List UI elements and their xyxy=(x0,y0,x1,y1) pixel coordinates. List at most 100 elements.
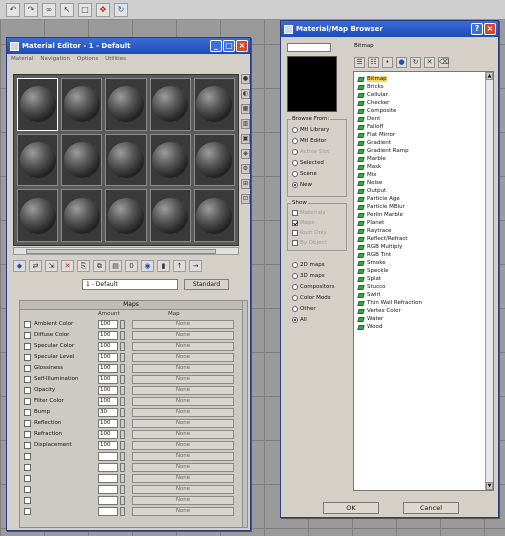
map-slot-button[interactable]: None xyxy=(132,419,234,428)
delete-from-library-icon[interactable]: ✕ xyxy=(424,57,435,68)
map-type-item[interactable]: Vertex Color xyxy=(354,307,493,315)
undo-icon[interactable]: ↶ xyxy=(6,2,20,17)
background-icon[interactable]: ▦ xyxy=(241,104,250,114)
go-to-parent-icon[interactable]: ↑ xyxy=(173,260,186,272)
scrollbar-thumb[interactable] xyxy=(26,249,216,254)
amount-spinner[interactable] xyxy=(120,507,125,516)
backlight-icon[interactable]: ◐ xyxy=(241,89,250,99)
checkbox[interactable] xyxy=(292,240,298,246)
show-end-result-icon[interactable]: ▮ xyxy=(157,260,170,272)
map-enable-checkbox[interactable] xyxy=(24,486,31,493)
select-icon[interactable]: ↖ xyxy=(60,2,74,17)
sample-slot[interactable] xyxy=(17,133,59,187)
map-list-scrollbar[interactable]: ▲ ▼ xyxy=(485,72,493,490)
map-enable-checkbox[interactable] xyxy=(24,497,31,504)
slots-horizontal-scrollbar[interactable] xyxy=(13,247,239,255)
map-type-item[interactable]: Wood xyxy=(354,323,493,331)
radio-button[interactable] xyxy=(292,160,298,166)
map-amount-field[interactable] xyxy=(98,474,118,483)
browse-from-option[interactable]: Mtl Editor xyxy=(292,138,326,144)
sample-slot[interactable] xyxy=(105,78,147,131)
map-slot-button[interactable]: None xyxy=(132,441,234,450)
map-slot-button[interactable]: None xyxy=(132,463,234,472)
put-to-library-icon[interactable]: ▤ xyxy=(109,260,122,272)
map-slot-button[interactable]: None xyxy=(132,507,234,516)
map-type-item[interactable]: Checker xyxy=(354,99,493,107)
radio-button[interactable] xyxy=(292,127,298,133)
close-button[interactable]: × xyxy=(236,40,248,52)
menu-options[interactable]: Options xyxy=(77,56,98,62)
sample-slot[interactable] xyxy=(105,189,147,242)
map-type-item[interactable]: Thin Wall Refraction xyxy=(354,299,493,307)
category-option[interactable]: Color Mods xyxy=(292,295,331,301)
material-effects-channel-icon[interactable]: 0 xyxy=(125,260,138,272)
close-button[interactable]: × xyxy=(484,23,496,35)
maximize-button[interactable]: □ xyxy=(223,40,235,52)
maps-rollout-header[interactable]: Maps xyxy=(20,301,242,310)
browser-search-field[interactable] xyxy=(287,43,331,52)
map-amount-field[interactable]: 100 xyxy=(98,364,118,373)
map-amount-field[interactable]: 100 xyxy=(98,375,118,384)
radio-button[interactable] xyxy=(292,182,298,188)
radio-button[interactable] xyxy=(292,284,298,290)
view-large-icons-icon[interactable]: ● xyxy=(396,57,407,68)
amount-spinner[interactable] xyxy=(120,463,125,472)
map-slot-button[interactable]: None xyxy=(132,386,234,395)
cancel-button[interactable]: Cancel xyxy=(403,502,459,514)
ok-button[interactable]: OK xyxy=(323,502,379,514)
link-icon[interactable]: ∞ xyxy=(42,2,56,17)
radio-button[interactable] xyxy=(292,306,298,312)
browse-from-option[interactable]: Selected xyxy=(292,160,324,166)
map-type-item[interactable]: Dent xyxy=(354,115,493,123)
map-type-item[interactable]: Gradient Ramp xyxy=(354,147,493,155)
amount-spinner[interactable] xyxy=(120,364,125,373)
sample-slot[interactable] xyxy=(149,133,191,187)
map-type-item[interactable]: Mix xyxy=(354,171,493,179)
amount-spinner[interactable] xyxy=(120,408,125,417)
browse-from-option[interactable]: Scene xyxy=(292,171,317,177)
map-type-item[interactable]: Smoke xyxy=(354,259,493,267)
make-preview-icon[interactable]: ◈ xyxy=(241,149,250,159)
map-slot-button[interactable]: None xyxy=(132,430,234,439)
browse-from-option[interactable]: New xyxy=(292,182,312,188)
category-option[interactable]: Other xyxy=(292,306,316,312)
show-option[interactable]: Materials xyxy=(292,210,325,216)
view-small-icons-icon[interactable]: • xyxy=(382,57,393,68)
browse-from-option[interactable]: Active Slot xyxy=(292,149,329,155)
map-type-item[interactable]: Reflect/Refract xyxy=(354,235,493,243)
amount-spinner[interactable] xyxy=(120,474,125,483)
map-type-item[interactable]: Noise xyxy=(354,179,493,187)
map-type-item[interactable]: Swirl xyxy=(354,291,493,299)
select-region-icon[interactable]: □ xyxy=(78,2,92,17)
radio-button[interactable] xyxy=(292,317,298,323)
video-color-check-icon[interactable]: ▣ xyxy=(241,134,250,144)
radio-button[interactable] xyxy=(292,295,298,301)
sample-slot[interactable] xyxy=(17,189,59,242)
map-amount-field[interactable] xyxy=(98,463,118,472)
map-amount-field[interactable] xyxy=(98,452,118,461)
map-amount-field[interactable]: 100 xyxy=(98,353,118,362)
map-amount-field[interactable]: 30 xyxy=(98,408,118,417)
map-slot-button[interactable]: None xyxy=(132,375,234,384)
make-unique-icon[interactable]: ⧉ xyxy=(93,260,106,272)
map-type-item[interactable]: Flat Mirror xyxy=(354,131,493,139)
sample-slot[interactable] xyxy=(149,78,191,131)
map-type-item[interactable]: Cellular xyxy=(354,91,493,99)
map-type-item[interactable]: RGB Tint xyxy=(354,251,493,259)
map-enable-checkbox[interactable] xyxy=(24,332,31,339)
map-type-item[interactable]: Bitmap xyxy=(354,75,493,83)
map-slot-button[interactable]: None xyxy=(132,353,234,362)
map-amount-field[interactable]: 100 xyxy=(98,419,118,428)
map-type-item[interactable]: Stucco xyxy=(354,283,493,291)
map-type-item[interactable]: Particle MBlur xyxy=(354,203,493,211)
menu-material[interactable]: Material xyxy=(11,56,33,62)
show-option[interactable]: Maps xyxy=(292,220,314,226)
radio-button[interactable] xyxy=(292,171,298,177)
map-type-item[interactable]: Raytrace xyxy=(354,227,493,235)
map-enable-checkbox[interactable] xyxy=(24,398,31,405)
map-enable-checkbox[interactable] xyxy=(24,409,31,416)
radio-button[interactable] xyxy=(292,262,298,268)
map-enable-checkbox[interactable] xyxy=(24,453,31,460)
go-forward-to-sibling-icon[interactable]: → xyxy=(189,260,202,272)
amount-spinner[interactable] xyxy=(120,430,125,439)
